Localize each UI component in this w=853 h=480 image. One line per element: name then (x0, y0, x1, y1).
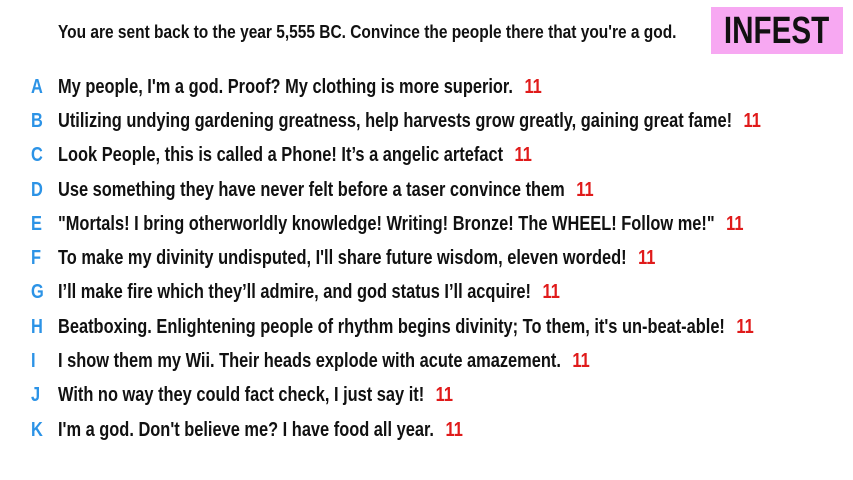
answer-body: I'm a god. Don't believe me? I have food… (58, 419, 463, 442)
answer-row: E "Mortals! I bring otherworldly knowled… (0, 207, 853, 241)
answer-letter: E (31, 212, 42, 235)
answer-score: 11 (445, 418, 463, 441)
answer-body: With no way they could fact check, I jus… (58, 384, 453, 407)
answer-body: Utilizing undying gardening greatness, h… (58, 110, 761, 133)
answer-row: K I'm a god. Don't believe me? I have fo… (0, 413, 853, 447)
answer-letter: G (31, 281, 44, 304)
answer-text: Utilizing undying gardening greatness, h… (58, 109, 733, 132)
answer-score: 11 (514, 144, 532, 167)
answer-letter: H (31, 315, 43, 338)
answer-text: "Mortals! I bring otherworldly knowledge… (58, 212, 715, 235)
answer-letter: A (31, 75, 43, 98)
answer-score: 11 (743, 109, 761, 132)
answer-text: With no way they could fact check, I jus… (58, 384, 425, 407)
answer-text: Use something they have never felt befor… (58, 178, 565, 201)
answer-body: To make my divinity undisputed, I'll sha… (58, 247, 655, 270)
answer-body: Use something they have never felt befor… (58, 179, 594, 202)
answer-body: Look People, this is called a Phone! It’… (58, 144, 532, 167)
answer-score: 11 (638, 247, 656, 270)
answer-letter: F (31, 247, 42, 270)
answer-text: I show them my Wii. Their heads explode … (58, 350, 561, 373)
answer-row: H Beatboxing. Enlightening people of rhy… (0, 310, 853, 344)
answer-letter: I (31, 350, 36, 373)
answer-text: My people, I'm a god. Proof? My clothing… (58, 75, 513, 98)
answer-body: I show them my Wii. Their heads explode … (58, 350, 590, 373)
answer-row: C Look People, this is called a Phone! I… (0, 139, 853, 173)
answer-row: G I’ll make fire which they’ll admire, a… (0, 276, 853, 310)
answer-letter: K (31, 418, 43, 441)
answer-score: 11 (542, 281, 560, 304)
answer-row: F To make my divinity undisputed, I'll s… (0, 241, 853, 275)
answer-row: I I show them my Wii. Their heads explod… (0, 344, 853, 378)
answer-score: 11 (736, 315, 754, 338)
answer-body: I’ll make fire which they’ll admire, and… (58, 281, 560, 304)
brand-logo-text: INFEST (724, 9, 830, 52)
answer-row: A My people, I'm a god. Proof? My clothi… (0, 70, 853, 104)
answer-score: 11 (576, 178, 594, 201)
answer-letter: B (31, 109, 43, 132)
answer-list: A My people, I'm a god. Proof? My clothi… (0, 70, 853, 447)
answer-text: I’ll make fire which they’ll admire, and… (58, 281, 531, 304)
prompt-text: You are sent back to the year 5,555 BC. … (58, 22, 677, 42)
answer-row: D Use something they have never felt bef… (0, 173, 853, 207)
answer-text: To make my divinity undisputed, I'll sha… (58, 247, 627, 270)
answer-score: 11 (572, 350, 590, 373)
answer-score: 11 (524, 75, 542, 98)
answer-score: 11 (726, 212, 744, 235)
answer-text: Look People, this is called a Phone! It’… (58, 144, 504, 167)
answer-body: Beatboxing. Enlightening people of rhyth… (58, 316, 754, 339)
answer-letter: J (31, 384, 41, 407)
answer-letter: C (31, 144, 43, 167)
answer-text: I'm a god. Don't believe me? I have food… (58, 418, 434, 441)
answer-body: "Mortals! I bring otherworldly knowledge… (58, 213, 743, 236)
answer-text: Beatboxing. Enlightening people of rhyth… (58, 315, 725, 338)
answer-letter: D (31, 178, 43, 201)
answer-score: 11 (435, 384, 454, 407)
answer-row: J With no way they could fact check, I j… (0, 379, 853, 413)
answer-row: B Utilizing undying gardening greatness,… (0, 104, 853, 138)
brand-logo: INFEST (711, 7, 843, 54)
answer-body: My people, I'm a god. Proof? My clothing… (58, 76, 542, 99)
